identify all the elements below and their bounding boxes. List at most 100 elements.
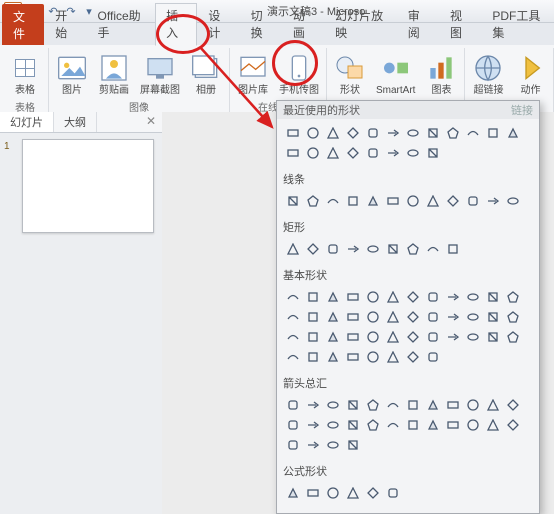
shape-item[interactable] [363, 347, 383, 367]
shape-item[interactable] [303, 483, 323, 503]
chart-button[interactable]: 图表 [422, 50, 460, 98]
shape-item[interactable] [363, 307, 383, 327]
shape-item[interactable] [343, 191, 363, 211]
shape-item[interactable] [503, 307, 523, 327]
shape-item[interactable] [403, 307, 423, 327]
shape-item[interactable] [303, 327, 323, 347]
pane-close-button[interactable]: ✕ [140, 112, 162, 132]
shape-item[interactable] [283, 347, 303, 367]
shape-item[interactable] [363, 483, 383, 503]
slide-thumbnail[interactable] [22, 139, 154, 233]
shape-item[interactable] [323, 327, 343, 347]
album-button[interactable]: 相册 [187, 50, 225, 98]
shape-item[interactable] [463, 395, 483, 415]
shape-item[interactable] [383, 191, 403, 211]
shape-item[interactable] [403, 239, 423, 259]
table-button[interactable]: 表格 [6, 50, 44, 98]
shape-item[interactable] [323, 395, 343, 415]
tab-transitions[interactable]: 切换 [240, 3, 282, 45]
tab-file[interactable]: 文件 [2, 4, 44, 45]
shape-item[interactable] [383, 123, 403, 143]
shape-item[interactable] [303, 123, 323, 143]
shape-item[interactable] [403, 123, 423, 143]
shape-item[interactable] [363, 123, 383, 143]
shape-item[interactable] [483, 415, 503, 435]
shape-item[interactable] [343, 435, 363, 455]
shape-item[interactable] [303, 239, 323, 259]
shape-item[interactable] [283, 483, 303, 503]
shape-item[interactable] [283, 239, 303, 259]
shape-item[interactable] [403, 395, 423, 415]
shape-item[interactable] [383, 415, 403, 435]
shape-item[interactable] [303, 191, 323, 211]
shape-item[interactable] [343, 287, 363, 307]
shape-item[interactable] [363, 143, 383, 163]
shape-item[interactable] [443, 395, 463, 415]
shape-item[interactable] [323, 415, 343, 435]
shape-item[interactable] [443, 287, 463, 307]
shape-item[interactable] [343, 239, 363, 259]
shape-item[interactable] [283, 307, 303, 327]
shape-item[interactable] [463, 123, 483, 143]
shape-item[interactable] [363, 287, 383, 307]
shape-item[interactable] [303, 415, 323, 435]
pane-tab-slides[interactable]: 幻灯片 [0, 112, 54, 132]
shape-item[interactable] [503, 123, 523, 143]
shape-item[interactable] [423, 395, 443, 415]
hyperlink-button[interactable]: 超链接 [469, 50, 507, 98]
shape-item[interactable] [383, 327, 403, 347]
shape-item[interactable] [423, 287, 443, 307]
shape-item[interactable] [483, 327, 503, 347]
shape-item[interactable] [383, 239, 403, 259]
shape-item[interactable] [283, 143, 303, 163]
shape-item[interactable] [403, 415, 423, 435]
shape-item[interactable] [323, 287, 343, 307]
shape-item[interactable] [423, 327, 443, 347]
shape-item[interactable] [323, 239, 343, 259]
shape-item[interactable] [503, 191, 523, 211]
shapes-button[interactable]: 形状 [331, 50, 369, 98]
shape-item[interactable] [423, 143, 443, 163]
shape-item[interactable] [483, 191, 503, 211]
shape-item[interactable] [443, 307, 463, 327]
shape-item[interactable] [303, 435, 323, 455]
shape-item[interactable] [323, 347, 343, 367]
shape-item[interactable] [283, 191, 303, 211]
shape-item[interactable] [423, 123, 443, 143]
shapes-dropdown-body[interactable]: 线条矩形基本形状箭头总汇公式形状流程图星与旗帜 [277, 119, 539, 513]
shape-item[interactable] [283, 395, 303, 415]
action-button[interactable]: 动作 [511, 50, 549, 98]
shape-item[interactable] [363, 395, 383, 415]
tab-slideshow[interactable]: 幻灯片放映 [324, 3, 397, 45]
shape-item[interactable] [283, 123, 303, 143]
shape-item[interactable] [283, 415, 303, 435]
shape-item[interactable] [323, 123, 343, 143]
shape-item[interactable] [403, 143, 423, 163]
shape-item[interactable] [323, 483, 343, 503]
shape-item[interactable] [343, 143, 363, 163]
shape-item[interactable] [343, 307, 363, 327]
shape-item[interactable] [343, 347, 363, 367]
shape-item[interactable] [343, 395, 363, 415]
shape-item[interactable] [283, 435, 303, 455]
tab-pdf-tools[interactable]: PDF工具集 [481, 3, 554, 45]
phone-button[interactable]: 手机传图 [276, 50, 322, 98]
shape-item[interactable] [323, 191, 343, 211]
shape-item[interactable] [483, 395, 503, 415]
shape-item[interactable] [483, 307, 503, 327]
shape-item[interactable] [343, 483, 363, 503]
shape-item[interactable] [483, 287, 503, 307]
shape-item[interactable] [383, 395, 403, 415]
shape-item[interactable] [303, 287, 323, 307]
shape-item[interactable] [303, 307, 323, 327]
gallery-button[interactable]: 图片库 [234, 50, 272, 98]
shape-item[interactable] [383, 347, 403, 367]
shape-item[interactable] [343, 415, 363, 435]
shape-item[interactable] [463, 287, 483, 307]
shape-item[interactable] [423, 239, 443, 259]
shape-item[interactable] [383, 287, 403, 307]
tab-insert[interactable]: 插入 [155, 3, 197, 46]
shape-item[interactable] [463, 307, 483, 327]
shape-item[interactable] [503, 287, 523, 307]
shape-item[interactable] [503, 395, 523, 415]
